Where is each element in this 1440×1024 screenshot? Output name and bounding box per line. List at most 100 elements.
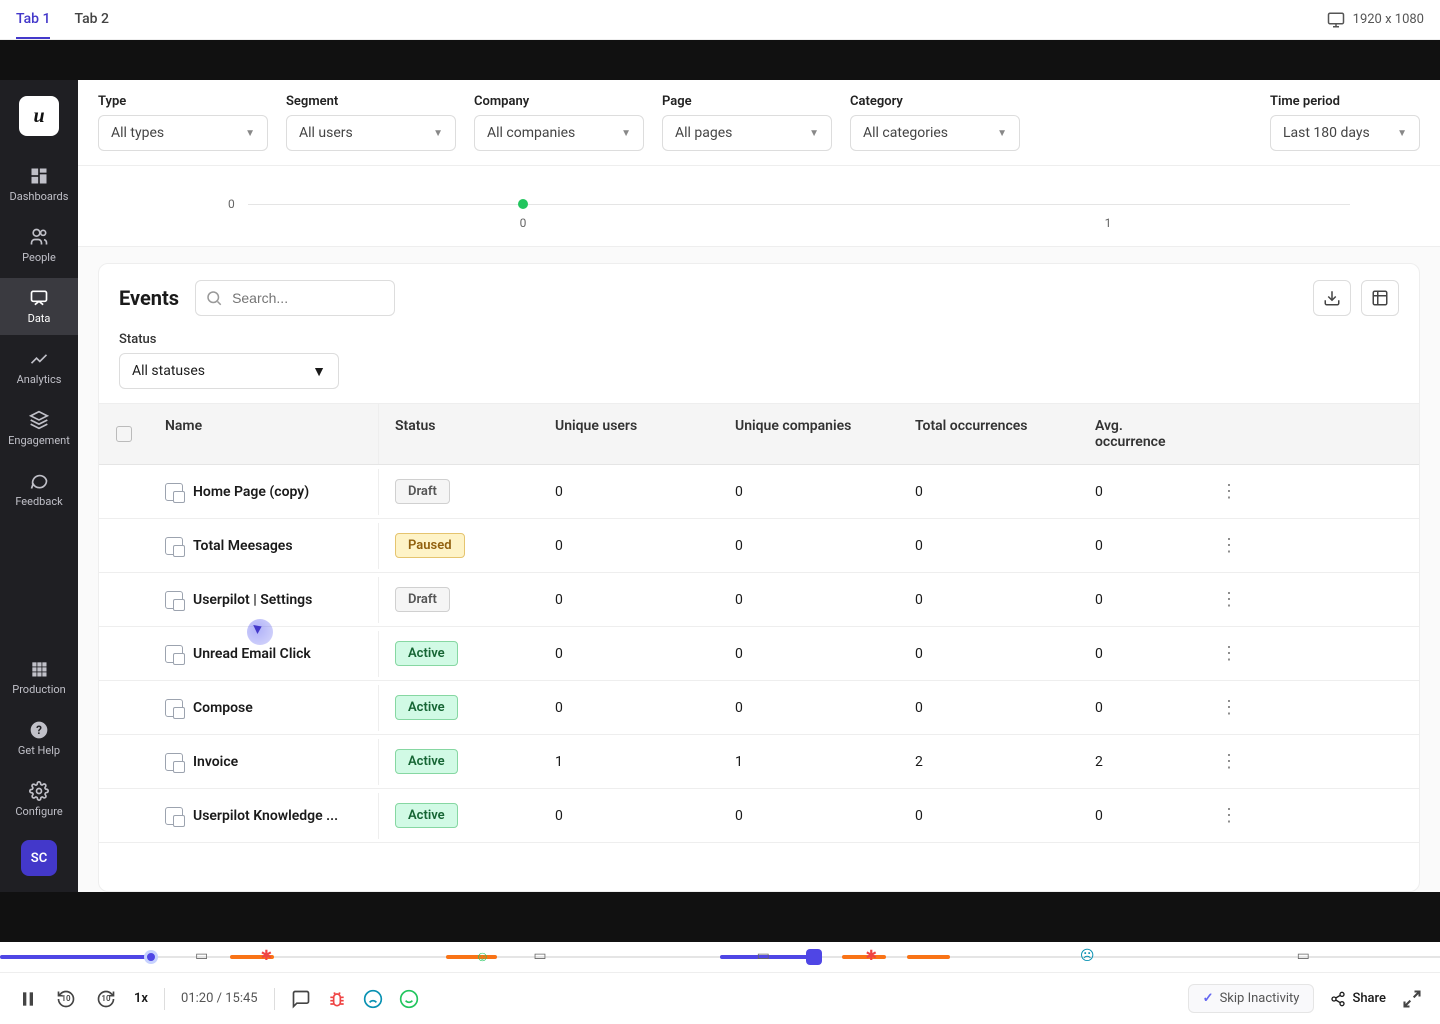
columns-button[interactable] xyxy=(1361,280,1399,316)
events-title: Events xyxy=(119,286,179,310)
select-all-checkbox[interactable] xyxy=(116,426,132,442)
status-badge: Active xyxy=(395,803,458,828)
share-button[interactable]: Share xyxy=(1330,991,1386,1007)
playback-speed[interactable]: 1x xyxy=(134,991,148,1006)
col-unique-users[interactable]: Unique users xyxy=(539,404,719,464)
sidebar-label: Production xyxy=(12,683,65,696)
unique-companies-cell: 0 xyxy=(719,470,899,514)
skip-inactivity-toggle[interactable]: ✓ Skip Inactivity xyxy=(1188,984,1315,1013)
filter-select-company[interactable]: All companies▼ xyxy=(474,115,644,151)
engagement-icon xyxy=(29,410,49,430)
row-menu-button[interactable]: ⋮ xyxy=(1220,805,1238,826)
pause-button[interactable] xyxy=(18,989,38,1009)
timeline-playhead-icon[interactable] xyxy=(144,950,158,964)
event-name: Home Page (copy) xyxy=(193,484,309,500)
row-menu-button[interactable]: ⋮ xyxy=(1220,481,1238,502)
unique-users-cell: 0 xyxy=(539,578,719,622)
pause-icon xyxy=(18,989,38,1009)
unique-users-cell: 0 xyxy=(539,632,719,676)
sidebar-item-dashboards[interactable]: Dashboards xyxy=(0,156,78,213)
tab-2[interactable]: Tab 2 xyxy=(74,1,108,39)
col-unique-companies[interactable]: Unique companies xyxy=(719,404,899,464)
row-menu-button[interactable]: ⋮ xyxy=(1220,535,1238,556)
sidebar-label: Dashboards xyxy=(10,190,69,203)
sidebar-item-data[interactable]: Data xyxy=(0,278,78,335)
col-name[interactable]: Name xyxy=(149,404,379,464)
avg-occurrence-cell: 0 xyxy=(1079,524,1199,568)
status-filter-select[interactable]: All statuses▼ xyxy=(119,353,339,389)
table-row[interactable]: Userpilot Knowledge ... Active 0 0 0 0 ⋮ xyxy=(99,789,1419,843)
rewind-10-button[interactable]: 10 xyxy=(54,987,78,1011)
sidebar-item-engagement[interactable]: Engagement xyxy=(0,400,78,457)
sidebar-item-gethelp[interactable]: ? Get Help xyxy=(0,710,78,767)
download-button[interactable] xyxy=(1313,280,1351,316)
row-menu-button[interactable]: ⋮ xyxy=(1220,643,1238,664)
filter-select-timeperiod[interactable]: Last 180 days▼ xyxy=(1270,115,1420,151)
col-status[interactable]: Status xyxy=(379,404,539,464)
sidebar-item-configure[interactable]: Configure xyxy=(0,771,78,828)
filter-select-segment[interactable]: All users▼ xyxy=(286,115,456,151)
unique-users-cell: 0 xyxy=(539,524,719,568)
event-name: Compose xyxy=(193,700,253,716)
playback-time: 01:20 / 15:45 xyxy=(181,991,258,1006)
sidebar-item-production[interactable]: Production xyxy=(0,649,78,706)
session-timeline[interactable]: ▭ ✱ ☺ ▭ ▭ ✱ ☹ ▭ xyxy=(0,942,1440,972)
user-avatar[interactable]: SC xyxy=(21,840,57,876)
col-total-occurrences[interactable]: Total occurrences xyxy=(899,404,1079,464)
notes-button[interactable] xyxy=(291,989,311,1009)
status-badge: Active xyxy=(395,695,458,720)
total-occurrences-cell: 0 xyxy=(899,794,1079,838)
app-logo[interactable]: u xyxy=(19,96,59,136)
search-icon xyxy=(205,289,223,311)
status-badge: Draft xyxy=(395,479,450,504)
timeline-note-icon: ▭ xyxy=(533,948,546,964)
happy-button[interactable] xyxy=(399,989,419,1009)
tab-1[interactable]: Tab 1 xyxy=(16,1,50,39)
chevron-down-icon: ▼ xyxy=(809,128,819,139)
filter-label-category: Category xyxy=(850,94,1020,109)
events-search-input[interactable] xyxy=(195,280,395,316)
table-row[interactable]: Home Page (copy) Draft 0 0 0 0 ⋮ xyxy=(99,465,1419,519)
fullscreen-button[interactable] xyxy=(1402,989,1422,1009)
table-row[interactable]: Invoice Active 1 1 2 2 ⋮ xyxy=(99,735,1419,789)
sidebar-item-people[interactable]: People xyxy=(0,217,78,274)
status-filter-label: Status xyxy=(119,332,1399,347)
filter-select-type[interactable]: All types▼ xyxy=(98,115,268,151)
sidebar-label: People xyxy=(22,251,56,264)
errors-button[interactable] xyxy=(327,989,347,1009)
sidebar-item-analytics[interactable]: Analytics xyxy=(0,339,78,396)
player-controls: 10 10 1x 01:20 / 15:45 ✓ Skip Inactivity… xyxy=(0,972,1440,1024)
forward-10-button[interactable]: 10 xyxy=(94,987,118,1011)
timeline-marker-icon xyxy=(806,949,822,965)
table-row[interactable]: Compose Active 0 0 0 0 ⋮ xyxy=(99,681,1419,735)
row-menu-button[interactable]: ⋮ xyxy=(1220,697,1238,718)
table-row[interactable]: Unread Email Click Active 0 0 0 0 ⋮ xyxy=(99,627,1419,681)
check-icon: ✓ xyxy=(1203,991,1214,1006)
filter-select-page[interactable]: All pages▼ xyxy=(662,115,832,151)
filter-bar: TypeAll types▼ SegmentAll users▼ Company… xyxy=(78,80,1440,166)
col-avg-occurrence[interactable]: Avg. occurrence xyxy=(1079,404,1199,464)
frustration-button[interactable] xyxy=(363,989,383,1009)
timeline-smile-icon: ☺ xyxy=(475,948,489,965)
total-occurrences-cell: 2 xyxy=(899,740,1079,784)
filter-label-timeperiod: Time period xyxy=(1270,94,1420,109)
sidebar-label: Feedback xyxy=(15,495,62,508)
gear-icon xyxy=(29,781,49,801)
share-icon xyxy=(1330,991,1346,1007)
timeline-sad-icon: ☹ xyxy=(1080,948,1095,964)
timeline-bug-icon: ✱ xyxy=(865,948,877,964)
app-sidebar: u Dashboards People Data Analytics Engag… xyxy=(0,80,78,892)
status-badge: Paused xyxy=(395,533,465,558)
row-menu-button[interactable]: ⋮ xyxy=(1220,751,1238,772)
table-row[interactable]: Userpilot | Settings Draft 0 0 0 0 ⋮ xyxy=(99,573,1419,627)
event-name: Userpilot Knowledge ... xyxy=(193,808,338,824)
chevron-down-icon: ▼ xyxy=(621,128,631,139)
filter-select-category[interactable]: All categories▼ xyxy=(850,115,1020,151)
monitor-icon xyxy=(1327,11,1345,29)
table-row[interactable]: Total Meesages Paused 0 0 0 0 ⋮ xyxy=(99,519,1419,573)
sidebar-item-feedback[interactable]: Feedback xyxy=(0,461,78,518)
unique-companies-cell: 0 xyxy=(719,578,899,622)
row-menu-button[interactable]: ⋮ xyxy=(1220,589,1238,610)
people-icon xyxy=(29,227,49,247)
event-name: Unread Email Click xyxy=(193,646,311,662)
